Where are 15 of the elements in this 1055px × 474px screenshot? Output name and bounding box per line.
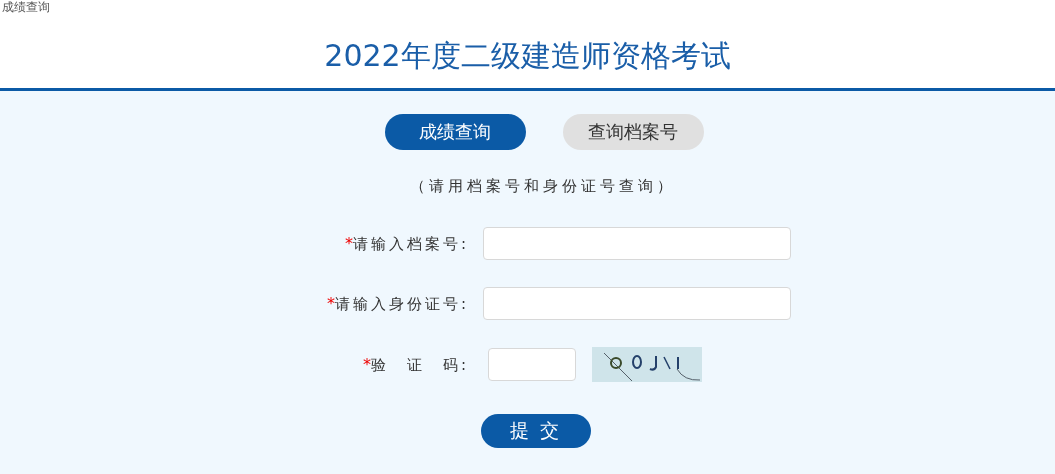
captcha-field[interactable] [488,348,576,381]
breadcrumb-text: 成绩查询 [1,0,50,14]
submit-button[interactable]: 提 交 [480,414,591,448]
field-label: 验 证 码: [370,355,469,374]
tab[interactable]: 成绩查询 [384,114,526,150]
field-label: 请输入档案号: [352,234,469,253]
page-title: 2022年度二级建造师资格考试 [324,37,731,75]
required-mark: * [326,293,335,313]
hint-text: （请用档案号和身份证号查询） [409,177,676,196]
field-label: 请输入身份证号: [334,294,469,313]
tab[interactable]: 查询档案号 [562,114,704,150]
input-field[interactable] [483,287,791,320]
required-mark: * [362,354,371,374]
input-field[interactable] [483,227,791,260]
required-mark: * [344,233,353,253]
